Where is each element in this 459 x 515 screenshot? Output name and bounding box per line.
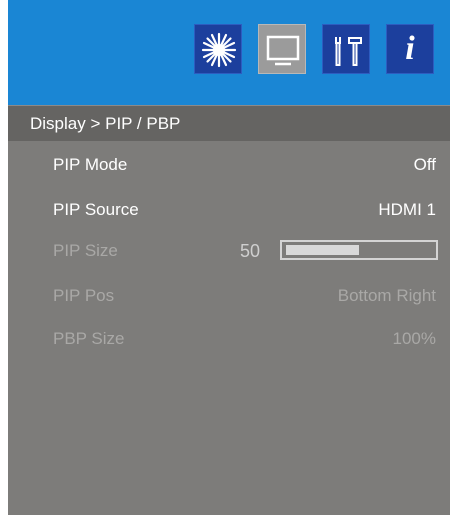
pip-mode-label: PIP Mode bbox=[53, 155, 128, 174]
info-icon: i bbox=[405, 30, 415, 67]
setup-tab[interactable] bbox=[322, 24, 370, 74]
breadcrumb: Display > PIP / PBP bbox=[8, 105, 450, 141]
pip-pos-value: Bottom Right bbox=[337, 286, 436, 305]
pip-size-value: 50 bbox=[240, 241, 261, 261]
pip-size-slider bbox=[280, 240, 438, 260]
pip-size-slider-fill bbox=[286, 245, 359, 255]
pip-mode-value: Off bbox=[413, 155, 436, 174]
pip-size-label: PIP Size bbox=[53, 241, 118, 260]
sun-icon bbox=[201, 32, 237, 68]
menu-item-pip-mode[interactable]: PIP Mode Off bbox=[8, 150, 450, 180]
pip-source-value: HDMI 1 bbox=[378, 200, 436, 219]
menu-item-pbp-size: PBP Size 100% bbox=[8, 324, 450, 354]
osd-menu: i Display > PIP / PBP PIP Mode Off PIP S… bbox=[8, 0, 450, 515]
pbp-size-value: 100% bbox=[392, 329, 436, 348]
menu-item-pip-source[interactable]: PIP Source HDMI 1 bbox=[8, 195, 450, 225]
pbp-size-label: PBP Size bbox=[53, 329, 125, 348]
tools-icon bbox=[335, 37, 362, 66]
menu-item-pip-pos: PIP Pos Bottom Right bbox=[8, 281, 450, 311]
pip-source-label: PIP Source bbox=[53, 200, 139, 219]
menu-item-pip-size: PIP Size 50 bbox=[8, 236, 450, 266]
info-tab[interactable]: i bbox=[386, 24, 434, 74]
menu-tab-bar: i bbox=[8, 0, 450, 105]
picture-tab[interactable] bbox=[194, 24, 242, 74]
pip-pos-label: PIP Pos bbox=[53, 286, 115, 305]
monitor-icon bbox=[266, 35, 300, 66]
display-tab[interactable] bbox=[258, 24, 306, 74]
